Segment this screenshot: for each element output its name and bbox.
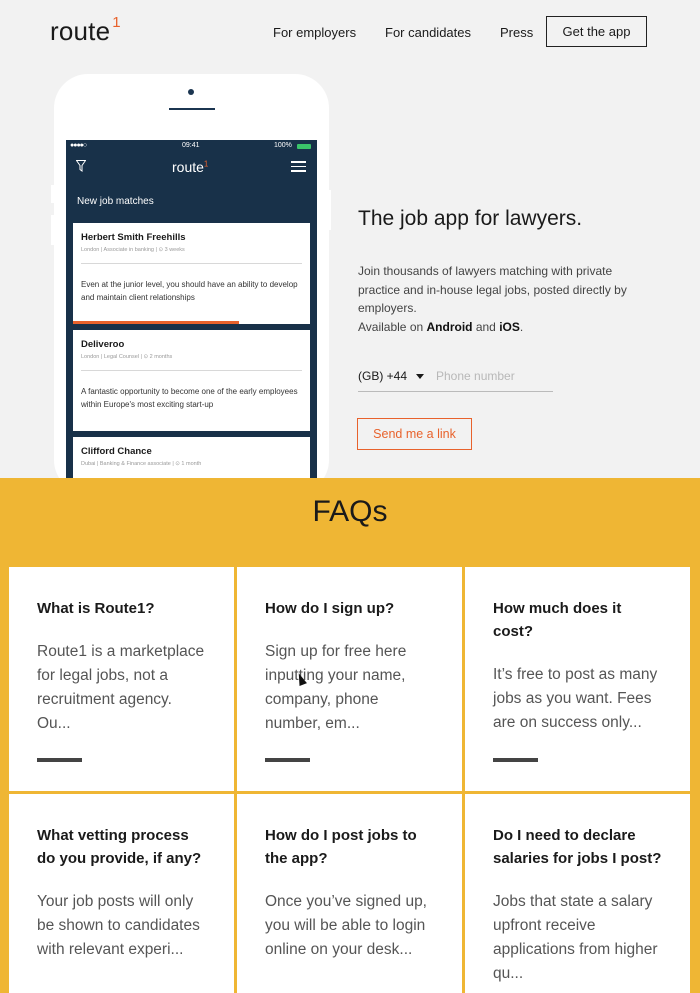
phone-side-button (51, 185, 54, 203)
phone-camera (188, 89, 194, 95)
ios-link[interactable]: iOS (499, 320, 520, 334)
status-time: 09:41 (182, 142, 200, 149)
faq-question: How much does it cost? (493, 600, 622, 640)
faq-answer: Your job posts will only be shown to can… (37, 893, 200, 958)
nav-for-candidates[interactable]: For candidates (385, 25, 471, 40)
route1-logo[interactable]: route 1 (50, 14, 121, 47)
faq-answer: It’s free to post as many jobs as you wa… (493, 666, 658, 731)
faq-card[interactable]: Do I need to declare salaries for jobs I… (465, 794, 690, 993)
phone-screen: ●●●●○ 09:41 100% route1 New job matches … (66, 140, 317, 478)
filter-icon[interactable] (76, 160, 86, 172)
faq-card[interactable]: How do I post jobs to the app? Once you’… (237, 794, 462, 993)
and-text: and (472, 320, 500, 335)
faq-divider (265, 758, 310, 762)
faq-answer: Jobs that state a salary upfront receive… (493, 893, 658, 982)
android-link[interactable]: Android (427, 320, 473, 334)
faq-title: FAQs (312, 495, 388, 528)
job-company: Deliveroo (81, 339, 125, 350)
battery-icon (297, 144, 311, 149)
phone-number-field: (GB) +44 (358, 367, 553, 392)
phone-side-button (51, 215, 54, 245)
faq-question: How do I sign up? (265, 600, 395, 617)
phone-speaker (169, 108, 215, 110)
faq-answer: Once you’ve signed up, you will be able … (265, 893, 427, 958)
app-bar: route1 (66, 152, 317, 182)
nav-press[interactable]: Press (500, 25, 533, 40)
faq-divider (493, 758, 538, 762)
job-card[interactable]: Deliveroo London | Legal Counsel | ⊙ 2 m… (73, 330, 310, 431)
job-meta: London | Associate in banking | ⊙ 3 week… (81, 247, 185, 253)
job-meta: Dubai | Banking & Finance associate | ⊙ … (81, 461, 202, 467)
faq-question: How do I post jobs to the app? (265, 827, 417, 867)
job-company: Herbert Smith Freehills (81, 232, 186, 243)
hero-title: The job app for lawyers. (358, 207, 583, 230)
hero-description: Join thousands of lawyers matching with … (358, 262, 648, 337)
period: . (519, 320, 524, 335)
faq-answer: Sign up for free here inputting your nam… (265, 643, 407, 732)
signal-indicator: ●●●●○ (70, 142, 87, 149)
faq-question: Do I need to declare salaries for jobs I… (493, 827, 662, 867)
faq-question: What is Route1? (37, 600, 155, 617)
divider (81, 370, 302, 371)
faq-answer: Route1 is a marketplace for legal jobs, … (37, 643, 205, 732)
job-description: Even at the junior level, you should hav… (81, 280, 298, 302)
job-card[interactable]: Herbert Smith Freehills London | Associa… (73, 223, 310, 324)
faq-question: What vetting process do you provide, if … (37, 827, 202, 867)
battery-percent: 100% (274, 142, 292, 149)
chevron-down-icon[interactable] (416, 374, 424, 379)
hero-text: Join thousands of lawyers matching with … (358, 264, 627, 316)
app-logo: route1 (172, 159, 208, 175)
app-logo-mark: 1 (203, 159, 209, 169)
faq-card[interactable]: What is Route1? Route1 is a marketplace … (9, 567, 234, 791)
job-meta: London | Legal Counsel | ⊙ 2 months (81, 354, 173, 360)
faq-section: FAQs What is Route1? Route1 is a marketp… (0, 478, 700, 993)
get-the-app-button[interactable]: Get the app (546, 16, 647, 47)
job-card[interactable]: Clifford Chance Dubai | Banking & Financ… (73, 437, 310, 478)
nav-for-employers[interactable]: For employers (273, 25, 356, 40)
app-logo-text: route (172, 159, 204, 175)
job-matches-title: New job matches (77, 196, 154, 207)
faq-divider (37, 758, 82, 762)
faq-card[interactable]: How do I sign up? Sign up for free here … (237, 567, 462, 791)
faq-card[interactable]: What vetting process do you provide, if … (9, 794, 234, 993)
faq-card[interactable]: How much does it cost? It’s free to post… (465, 567, 690, 791)
send-link-button[interactable]: Send me a link (357, 418, 472, 450)
country-code-select[interactable]: (GB) +44 (358, 369, 407, 383)
job-company: Clifford Chance (81, 446, 152, 457)
status-bar: ●●●●○ 09:41 100% (66, 140, 317, 152)
hamburger-menu-icon[interactable] (291, 161, 306, 175)
job-description: A fantastic opportunity to become one of… (81, 387, 298, 409)
divider (81, 263, 302, 264)
phone-side-button (328, 190, 331, 230)
phone-number-input[interactable] (436, 367, 551, 385)
logo-mark: 1 (112, 14, 121, 32)
job-progress-bar (73, 321, 239, 324)
logo-text: route (50, 16, 111, 46)
faq-grid: What is Route1? Route1 is a marketplace … (9, 567, 690, 993)
available-prefix: Available on (358, 320, 427, 335)
